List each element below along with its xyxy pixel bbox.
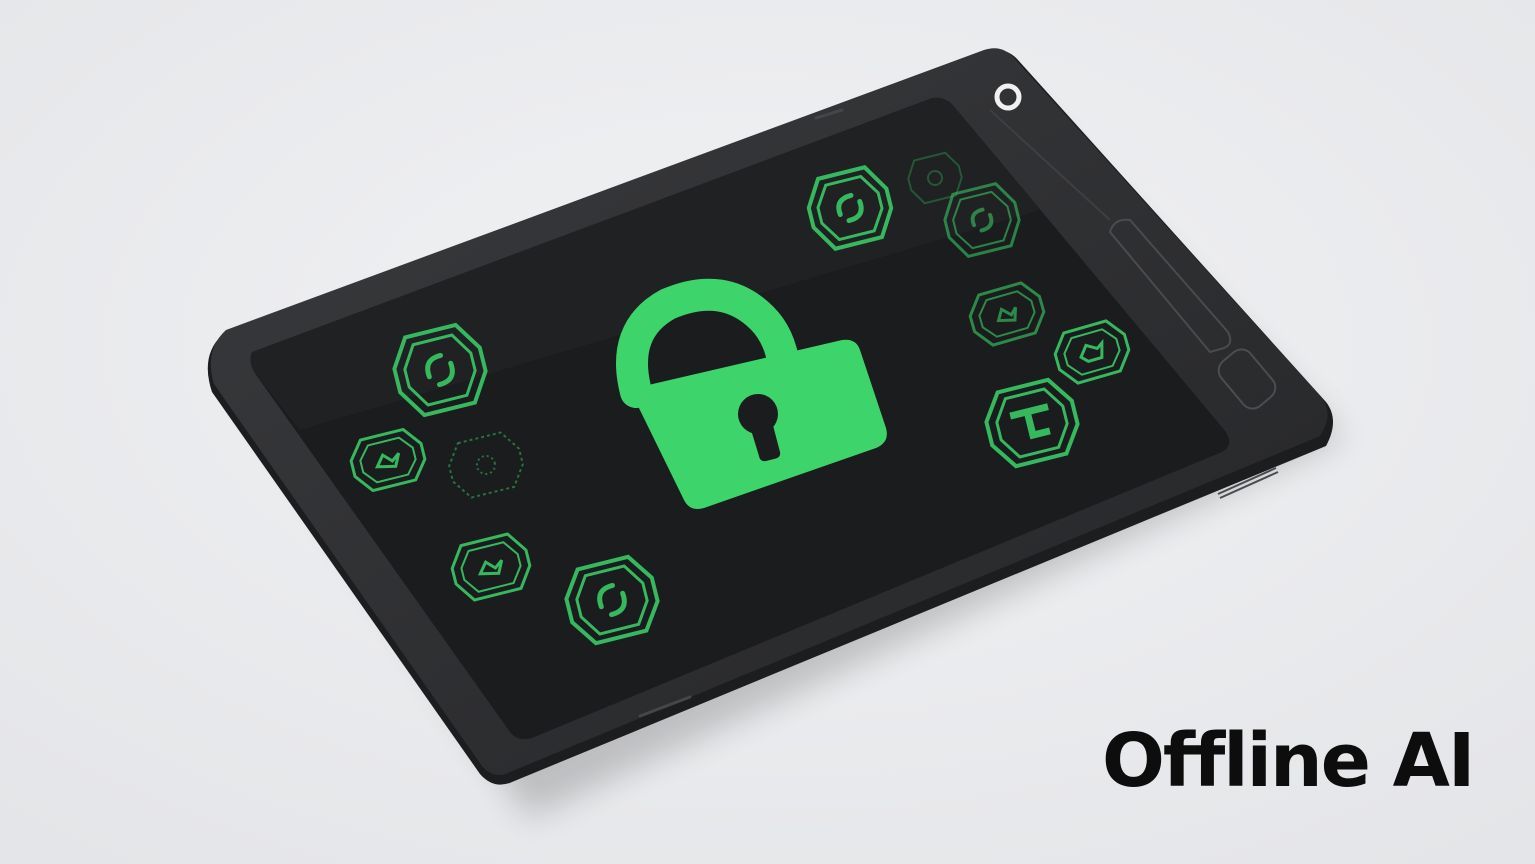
caption-text: Offline AI bbox=[1102, 718, 1475, 804]
